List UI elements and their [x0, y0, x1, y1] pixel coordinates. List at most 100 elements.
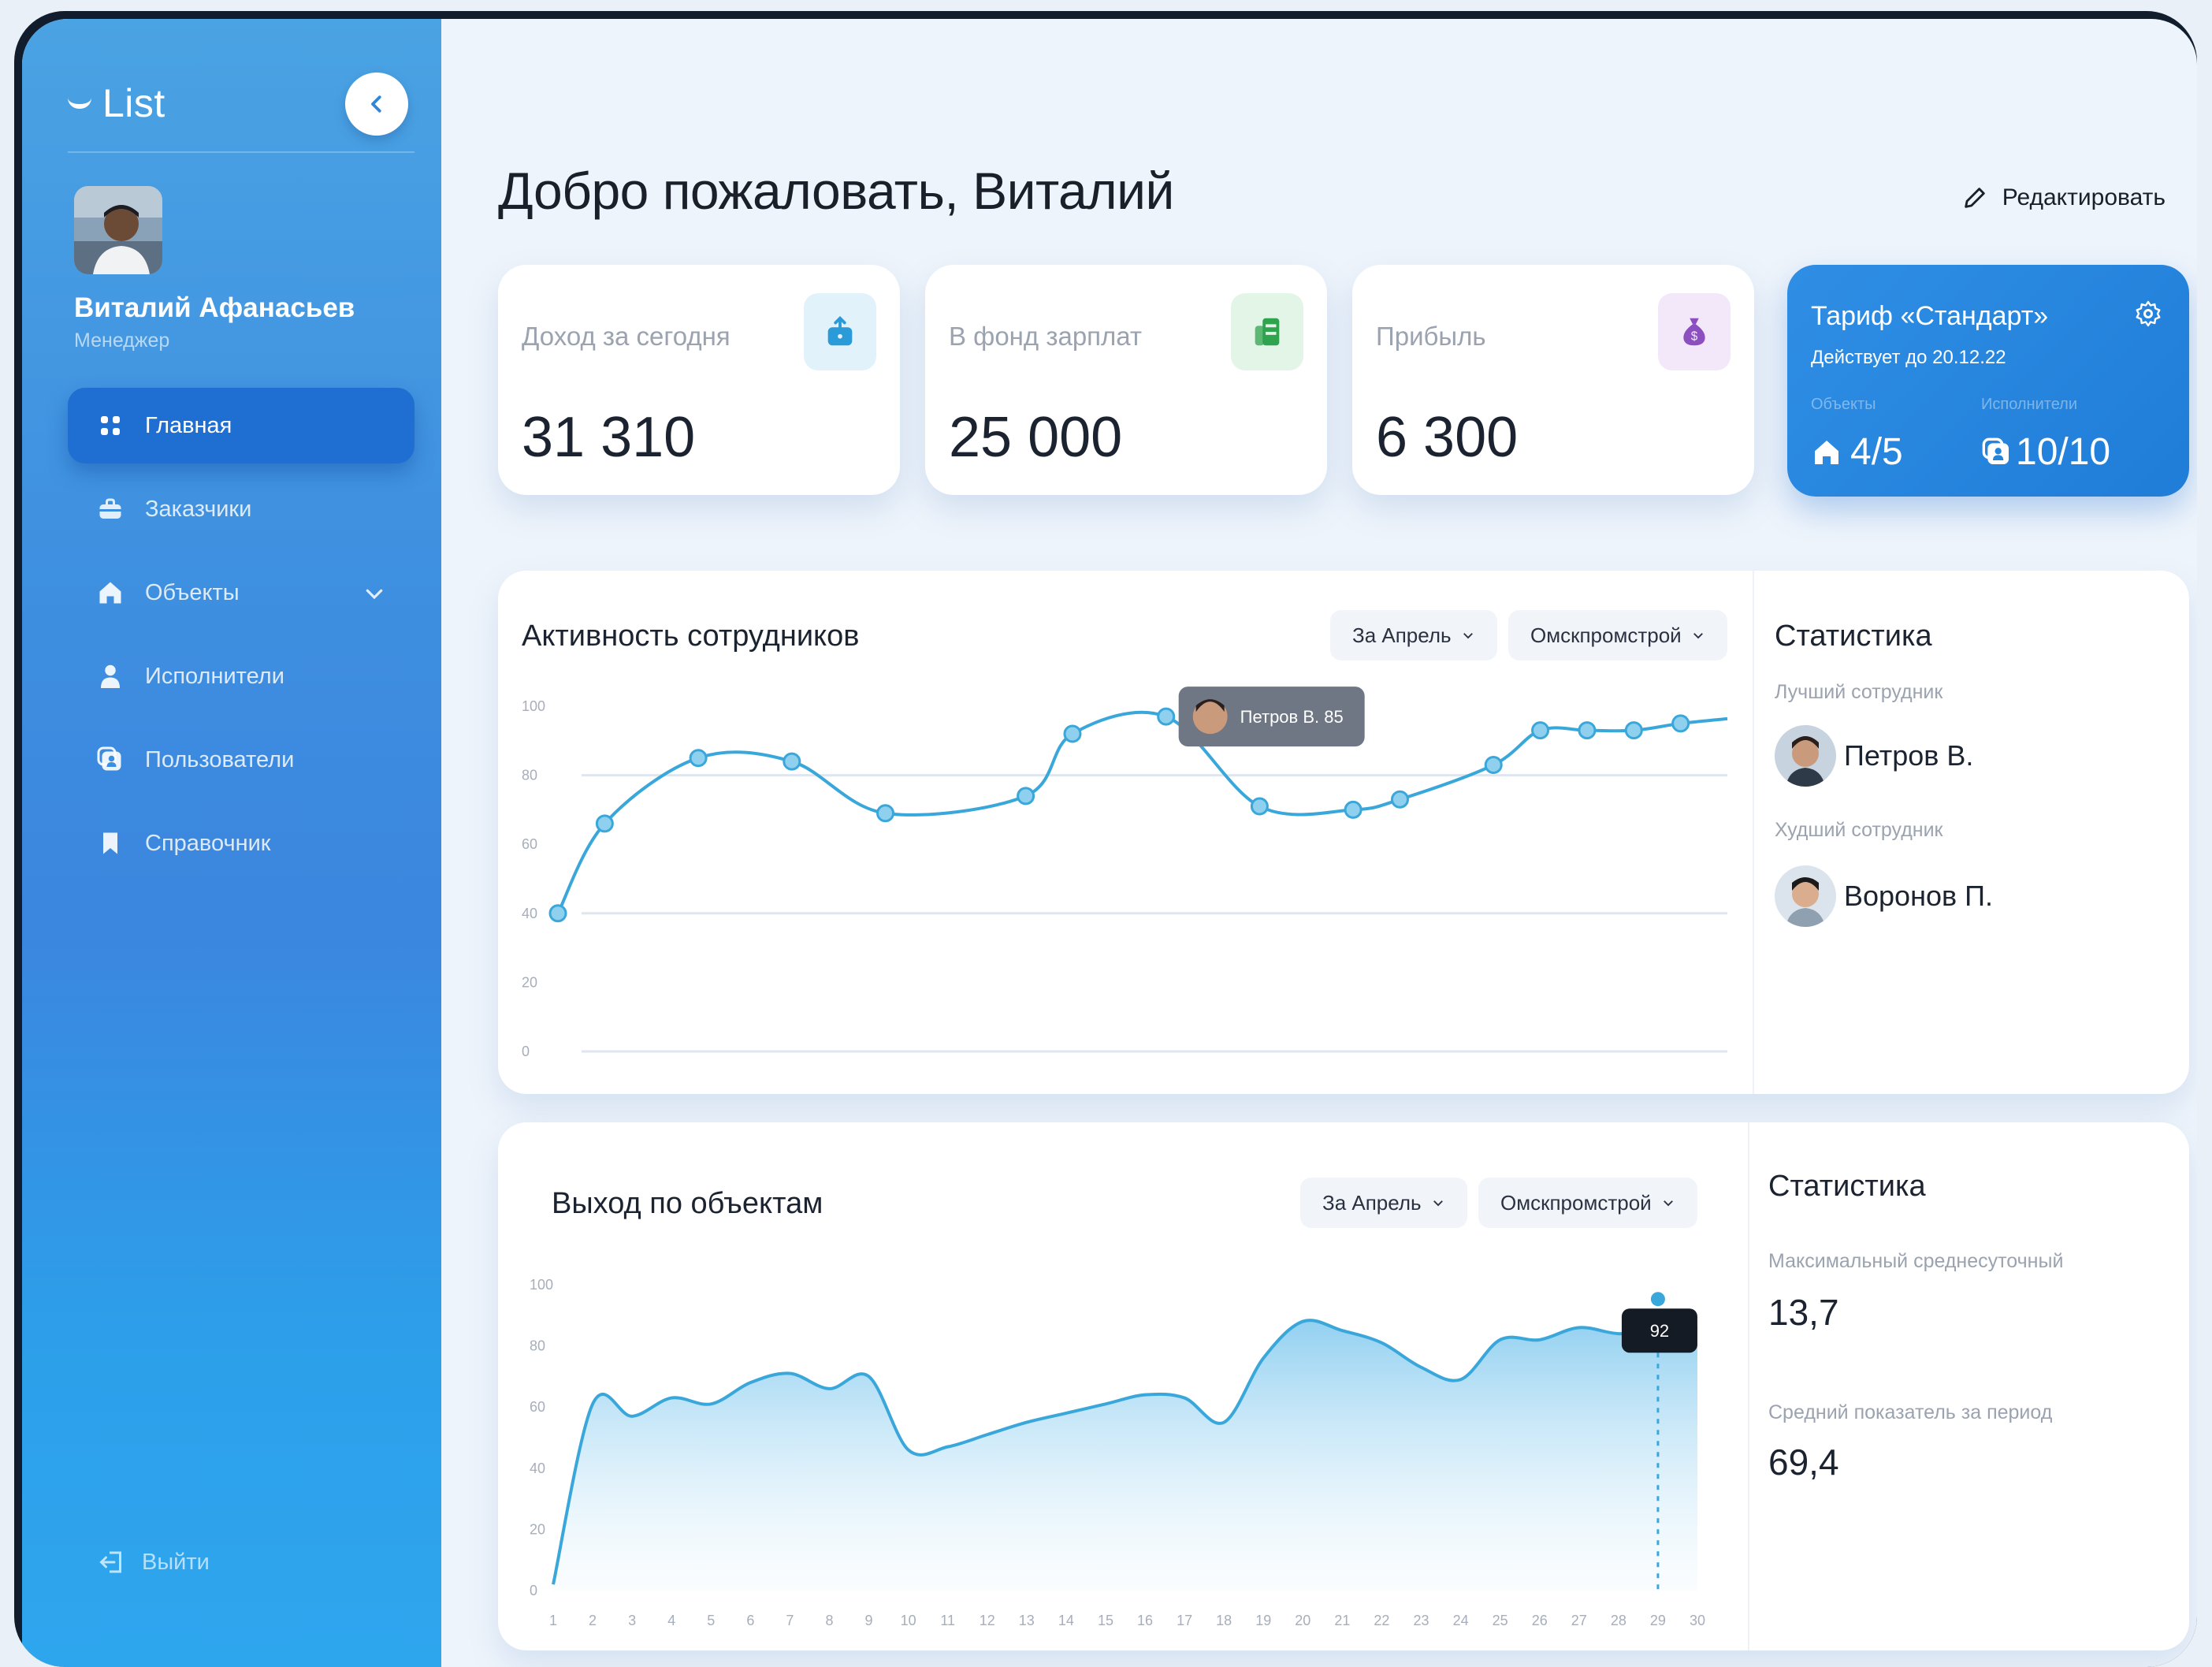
chevron-left-icon: [371, 95, 381, 113]
sidebar-item-reference[interactable]: Справочник: [68, 806, 415, 881]
x-tick-label: 30: [1690, 1613, 1705, 1628]
chevron-down-icon[interactable]: [362, 582, 386, 605]
data-point[interactable]: [783, 752, 801, 771]
stat-value: 6 300: [1376, 406, 1519, 469]
output-chart[interactable]: 0204060801001 2 3 4 5 6 7 8 9 10 11 12 13 14 15 16 17 18 1…: [498, 1264, 1748, 1635]
user-role: Менеджер: [74, 329, 170, 352]
x-tick-label: 10: [901, 1613, 916, 1628]
best-employee[interactable]: Петров В.: [1775, 725, 1973, 787]
x-tick-label: 28: [1611, 1613, 1626, 1628]
sidebar: List Виталий Афанасьев Менеджер Главная …: [22, 19, 441, 1667]
worst-employee[interactable]: Воронов П.: [1775, 865, 1993, 927]
x-tick-label: 9: [865, 1613, 873, 1628]
data-point[interactable]: [1624, 721, 1643, 740]
stat-value: 25 000: [949, 406, 1123, 469]
data-point[interactable]: [1484, 755, 1503, 774]
y-tick-label: 40: [522, 906, 537, 921]
tooltip-label: 92: [1650, 1321, 1669, 1341]
x-tick-label: 5: [707, 1613, 715, 1628]
data-point[interactable]: [1344, 800, 1363, 819]
data-point[interactable]: [689, 749, 708, 768]
x-tick-label: 15: [1098, 1613, 1113, 1628]
x-tick-label: 1: [549, 1613, 557, 1628]
period-dropdown-value: За Апрель: [1322, 1190, 1422, 1215]
sidebar-item-label: Главная: [145, 412, 232, 438]
area-fill: [553, 1320, 1697, 1591]
x-tick-label: 27: [1571, 1613, 1587, 1628]
app-screen: List Виталий Афанасьев Менеджер Главная …: [22, 19, 2197, 1667]
tariff-executors-label: Исполнители: [1981, 396, 2078, 413]
person-icon: [96, 662, 125, 690]
chevron-down-icon: [1693, 633, 1703, 639]
logout-button[interactable]: Выйти: [98, 1548, 210, 1576]
data-point[interactable]: [548, 904, 567, 923]
x-tick-label: 23: [1414, 1613, 1429, 1628]
edit-label: Редактировать: [2002, 184, 2166, 210]
wallet-icon: [804, 293, 876, 370]
edit-button[interactable]: Редактировать: [1961, 184, 2166, 211]
gear-icon[interactable]: [2134, 300, 2162, 328]
data-point[interactable]: [1531, 721, 1550, 740]
stat-card-income[interactable]: Доход за сегодня 31 310: [498, 265, 900, 495]
x-tick-label: 16: [1137, 1613, 1153, 1628]
users-icon: [96, 746, 125, 774]
x-tick-label: 22: [1374, 1613, 1389, 1628]
data-point[interactable]: [1063, 724, 1082, 743]
x-tick-label: 25: [1493, 1613, 1508, 1628]
tooltip-label: Петров В. 85: [1240, 707, 1344, 727]
sidebar-item-customers[interactable]: Заказчики: [68, 471, 415, 547]
x-tick-label: 12: [980, 1613, 995, 1628]
home-icon: [96, 579, 125, 607]
data-point[interactable]: [1250, 797, 1269, 816]
activity-chart[interactable]: 0 20 40 60 80 100 Петров В. 85: [498, 673, 1753, 1083]
best-employee-name: Петров В.: [1844, 739, 1974, 772]
activity-title: Активность сотрудников: [522, 620, 860, 653]
sidebar-item-objects[interactable]: Объекты: [68, 555, 415, 631]
data-point[interactable]: [1578, 721, 1597, 740]
data-point[interactable]: [876, 804, 895, 823]
page-title: Добро пожаловать, Виталий: [498, 162, 1174, 220]
data-point[interactable]: [1157, 707, 1176, 726]
series-line: [556, 710, 1728, 914]
brand-name: List: [102, 81, 165, 125]
sidebar-nav: Главная Заказчики Объекты Исполнители По…: [68, 388, 415, 889]
period-dropdown[interactable]: За Апрель: [1300, 1178, 1467, 1228]
company-dropdown[interactable]: Омскпромстрой: [1478, 1178, 1697, 1228]
chart-tooltip: 92: [1621, 1308, 1697, 1353]
tariff-valid-until: Действует до 20.12.22: [1811, 347, 2006, 368]
worst-employee-label: Худший сотрудник: [1775, 819, 1943, 841]
stat-card-salary-fund[interactable]: В фонд зарплат 25 000: [925, 265, 1327, 495]
data-point[interactable]: [1017, 787, 1035, 806]
chevron-down-icon: [1463, 633, 1473, 639]
money-bag-icon: $: [1658, 293, 1731, 370]
avatar: [1775, 865, 1836, 927]
tariff-objects: 4/5: [1811, 430, 1903, 474]
company-dropdown[interactable]: Омскпромстрой: [1508, 610, 1727, 660]
sidebar-item-users[interactable]: Пользователи: [68, 722, 415, 798]
y-tick-label: 80: [530, 1338, 545, 1354]
x-tick-label: 21: [1334, 1613, 1350, 1628]
user-avatar[interactable]: [74, 186, 162, 274]
device-frame: List Виталий Афанасьев Менеджер Главная …: [14, 11, 2197, 1667]
collapse-sidebar-button[interactable]: [345, 73, 408, 136]
tariff-card[interactable]: Тариф «Стандарт» Действует до 20.12.22 О…: [1787, 265, 2189, 497]
y-tick-label: 60: [530, 1399, 545, 1415]
sidebar-item-home[interactable]: Главная: [68, 388, 415, 463]
pencil-icon: [1965, 188, 1985, 208]
sidebar-item-label: Исполнители: [145, 663, 284, 689]
activity-stats-title: Статистика: [1775, 620, 1932, 653]
panel-divider: [1748, 1122, 1749, 1650]
x-tick-label: 14: [1058, 1613, 1074, 1628]
sidebar-item-executors[interactable]: Исполнители: [68, 638, 415, 714]
brand-logo[interactable]: List: [68, 80, 165, 126]
stat-card-profit[interactable]: Прибыль 6 300 $: [1352, 265, 1754, 495]
data-point[interactable]: [1650, 1292, 1665, 1307]
period-dropdown[interactable]: За Апрель: [1330, 610, 1497, 660]
best-employee-label: Лучший сотрудник: [1775, 681, 1943, 703]
x-tick-label: 3: [628, 1613, 636, 1628]
y-tick-label: 20: [522, 974, 537, 990]
data-point[interactable]: [595, 814, 614, 833]
data-point[interactable]: [1390, 790, 1409, 809]
data-point[interactable]: [1671, 714, 1690, 733]
x-tick-label: 8: [825, 1613, 833, 1628]
